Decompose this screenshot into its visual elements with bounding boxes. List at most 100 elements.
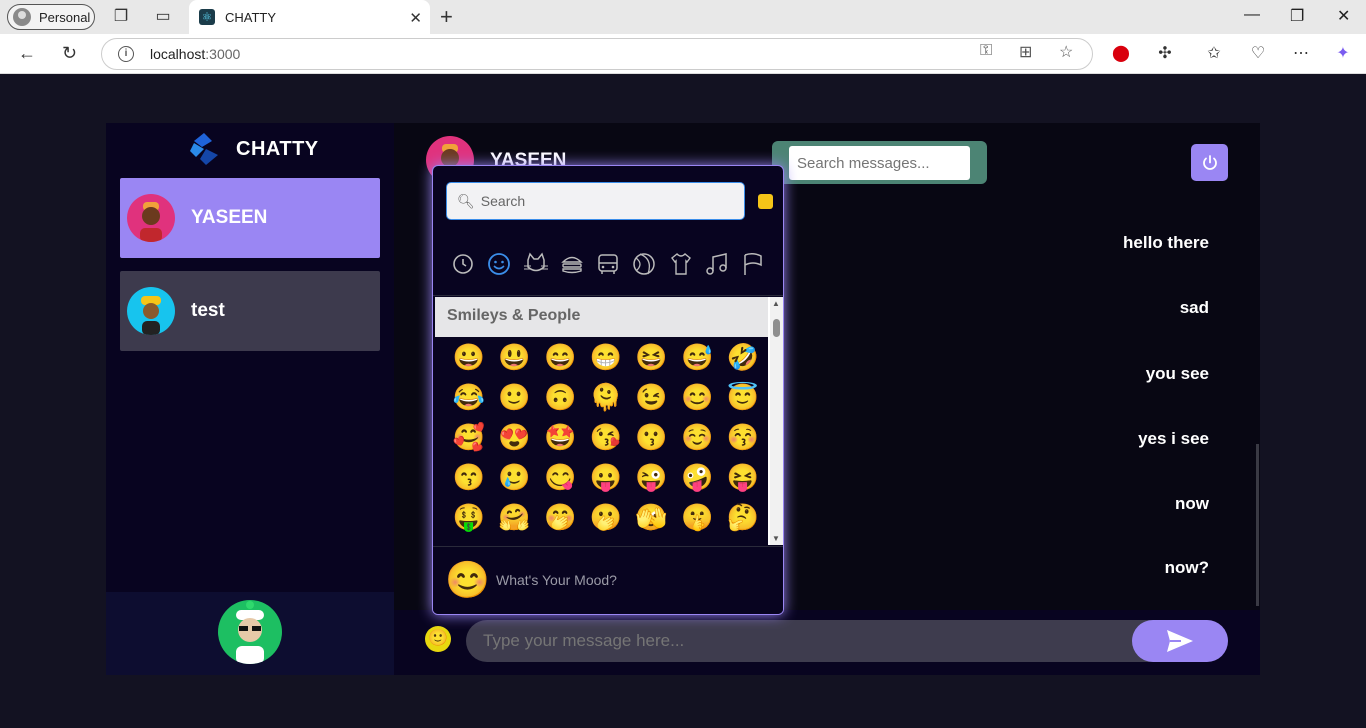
scroll-up-icon[interactable]: ▲ bbox=[772, 299, 780, 308]
new-tab-icon[interactable]: + bbox=[440, 4, 453, 30]
more-menu-icon[interactable]: ⋯ bbox=[1291, 44, 1311, 64]
food-icon[interactable] bbox=[559, 251, 585, 277]
emoji-item[interactable]: 🤔 bbox=[720, 499, 766, 539]
power-icon bbox=[1202, 154, 1217, 170]
minimize-icon[interactable]: — bbox=[1244, 6, 1260, 24]
emoji-item[interactable]: 🥰 bbox=[446, 419, 492, 459]
refresh-icon[interactable]: ↻ bbox=[62, 43, 77, 64]
emoji-item[interactable]: 😊 bbox=[674, 379, 720, 419]
emoji-section-title: Smileys & People bbox=[435, 297, 768, 337]
emoji-item[interactable]: 🤭 bbox=[537, 499, 583, 539]
emoji-item[interactable]: 🤗 bbox=[492, 499, 538, 539]
emoji-item[interactable]: 😋 bbox=[537, 459, 583, 499]
close-tab-icon[interactable]: ✕ bbox=[409, 9, 422, 27]
emoji-item[interactable]: 😁 bbox=[583, 339, 629, 379]
emoji-scrollbar[interactable]: ▲ ▼ bbox=[770, 297, 783, 545]
message-search-input[interactable] bbox=[789, 146, 970, 180]
profile-button[interactable]: Personal bbox=[7, 4, 95, 30]
message-sent: hello there bbox=[1123, 233, 1209, 252]
browser-essentials-icon[interactable]: ♡ bbox=[1248, 44, 1268, 64]
emoji-item[interactable]: 😆 bbox=[629, 339, 675, 379]
emoji-item[interactable]: 😂 bbox=[446, 379, 492, 419]
search-icon: 🔍︎ bbox=[457, 192, 475, 209]
send-button[interactable] bbox=[1132, 620, 1228, 662]
emoji-search-placeholder: Search bbox=[480, 193, 526, 209]
emoji-item[interactable]: 😙 bbox=[446, 459, 492, 499]
scroll-thumb[interactable] bbox=[773, 319, 780, 337]
url-field[interactable]: i localhost:3000 bbox=[101, 38, 1093, 70]
skin-tone-button[interactable] bbox=[758, 194, 773, 209]
emoji-item[interactable]: 😇 bbox=[720, 379, 766, 419]
emoji-item[interactable]: 🤪 bbox=[674, 459, 720, 499]
emoji-item[interactable]: ☺️ bbox=[674, 419, 720, 459]
emoji-item[interactable]: 😚 bbox=[720, 419, 766, 459]
mood-emoji: 😊 bbox=[445, 559, 490, 600]
emoji-item[interactable]: 😗 bbox=[629, 419, 675, 459]
chatty-logo-icon bbox=[190, 133, 218, 165]
emoji-item[interactable]: 🫢 bbox=[583, 499, 629, 539]
travel-icon[interactable] bbox=[595, 251, 621, 277]
activity-icon[interactable] bbox=[631, 251, 657, 277]
divider bbox=[433, 295, 783, 296]
restore-icon[interactable]: ❐ bbox=[1290, 6, 1304, 26]
emoji-item[interactable]: 😀 bbox=[446, 339, 492, 379]
emoji-item[interactable]: 🙃 bbox=[537, 379, 583, 419]
emoji-item[interactable]: 😍 bbox=[492, 419, 538, 459]
emoji-item[interactable]: 🤩 bbox=[537, 419, 583, 459]
logout-button[interactable] bbox=[1191, 144, 1228, 181]
emoji-scroll-area: Smileys & People 😀 😃 😄 😁 😆 😅 🤣 😂 🙂 🙃 🫠 😉 😊 😇 🥰 😍 🤩 😘 😗 ☺️ 😚 😙… bbox=[435, 297, 783, 545]
profile-avatar-icon bbox=[13, 8, 31, 26]
workspaces-icon[interactable]: ❐ bbox=[111, 7, 131, 27]
emoji-item[interactable]: 🤑 bbox=[446, 499, 492, 539]
animals-icon[interactable] bbox=[523, 251, 549, 277]
back-icon[interactable]: ← bbox=[18, 43, 36, 64]
emoji-item[interactable]: 😝 bbox=[720, 459, 766, 499]
close-window-icon[interactable]: ✕ bbox=[1337, 6, 1350, 26]
emoji-item[interactable]: 🙂 bbox=[492, 379, 538, 419]
message-sent: you see bbox=[1145, 364, 1209, 383]
emoji-item[interactable]: 🫠 bbox=[583, 379, 629, 419]
key-icon[interactable]: ⚿ bbox=[980, 42, 992, 60]
copilot-icon[interactable]: ✦ bbox=[1333, 44, 1353, 64]
emoji-item[interactable]: 😉 bbox=[629, 379, 675, 419]
send-icon bbox=[1167, 630, 1193, 652]
current-user-avatar bbox=[218, 600, 282, 664]
contact-item-test[interactable]: test bbox=[120, 271, 380, 351]
contact-item-yaseen[interactable]: YASEEN bbox=[120, 178, 380, 258]
emoji-item[interactable]: 🤫 bbox=[674, 499, 720, 539]
emoji-item[interactable]: 😃 bbox=[492, 339, 538, 379]
emoji-item[interactable]: 🫣 bbox=[629, 499, 675, 539]
scroll-down-icon[interactable]: ▼ bbox=[772, 534, 780, 543]
objects-icon[interactable] bbox=[668, 251, 694, 277]
favorite-star-icon[interactable]: ☆ bbox=[1059, 42, 1073, 62]
flags-icon[interactable] bbox=[740, 251, 766, 277]
message-input[interactable] bbox=[466, 620, 1226, 662]
tab-actions-icon[interactable]: ▭ bbox=[153, 7, 173, 27]
emoji-item[interactable]: 😄 bbox=[537, 339, 583, 379]
profile-label: Personal bbox=[39, 9, 91, 25]
emoji-item[interactable]: 😘 bbox=[583, 419, 629, 459]
brand-name: CHATTY bbox=[236, 137, 319, 160]
emoji-item[interactable]: 🥲 bbox=[492, 459, 538, 499]
url-port: :3000 bbox=[205, 46, 241, 62]
recent-icon[interactable] bbox=[450, 251, 476, 277]
emoji-item[interactable]: 😜 bbox=[629, 459, 675, 499]
app-available-icon[interactable]: ⊞ bbox=[1019, 42, 1032, 62]
messages-scrollbar[interactable] bbox=[1256, 444, 1259, 606]
message-sent: now? bbox=[1164, 558, 1209, 577]
extensions-icon[interactable]: ✣ bbox=[1155, 44, 1175, 64]
smileys-icon[interactable] bbox=[486, 251, 512, 277]
emoji-item[interactable]: 🤣 bbox=[720, 339, 766, 379]
tab-title: CHATTY bbox=[225, 9, 277, 25]
contact-name: test bbox=[191, 300, 225, 321]
emoji-item[interactable]: 😅 bbox=[674, 339, 720, 379]
symbols-icon[interactable] bbox=[704, 251, 730, 277]
emoji-item[interactable]: 😛 bbox=[583, 459, 629, 499]
favorites-icon[interactable]: ✩ bbox=[1204, 44, 1224, 64]
emoji-search-input[interactable]: 🔍︎ Search bbox=[446, 182, 745, 220]
browser-tab[interactable]: ⚛ CHATTY ✕ bbox=[189, 0, 430, 34]
opera-extension-icon[interactable]: ⬤ bbox=[1111, 44, 1131, 64]
emoji-toggle-button[interactable]: 🙂 bbox=[425, 626, 451, 652]
mood-text: What's Your Mood? bbox=[496, 572, 617, 588]
site-info-icon[interactable]: i bbox=[118, 46, 134, 62]
